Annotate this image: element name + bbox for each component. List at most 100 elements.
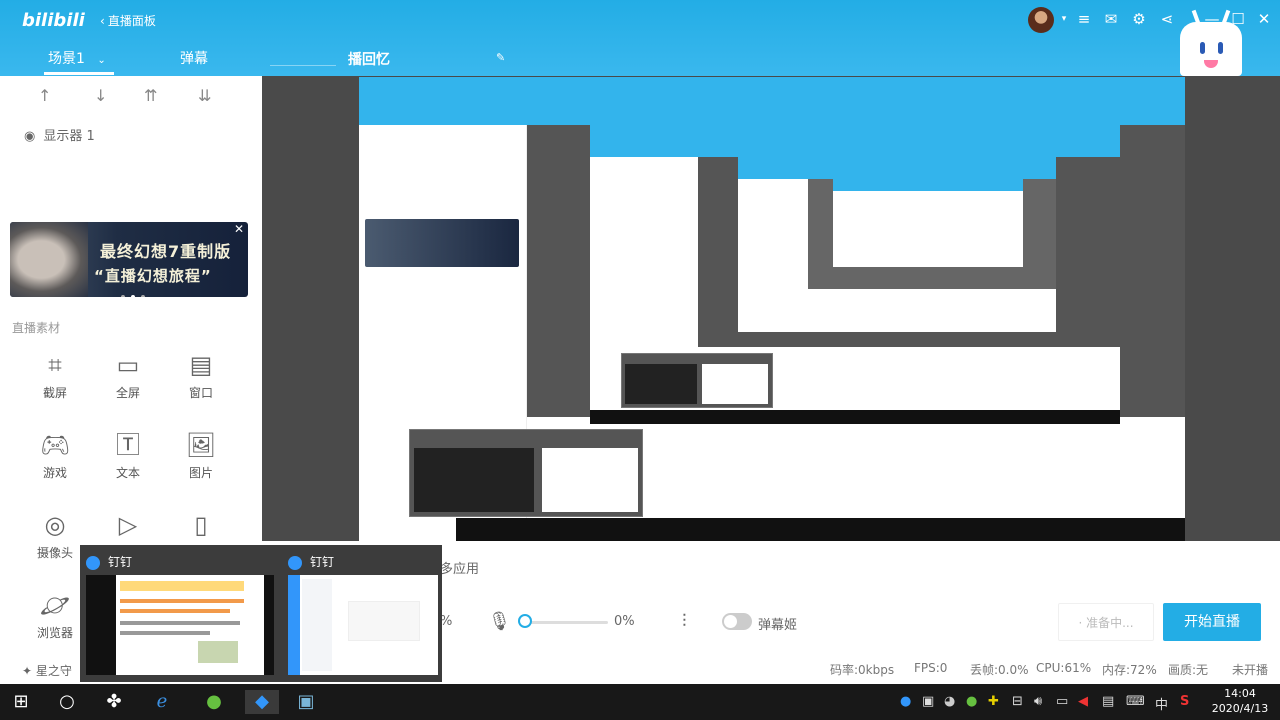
ime-indicator[interactable]: 中 bbox=[1155, 694, 1168, 713]
tool-label: 窗口 bbox=[188, 386, 213, 400]
dingtalk-taskbar-icon[interactable]: ◆ bbox=[245, 690, 279, 714]
tool-camera[interactable]: ◎ 摄像头 bbox=[25, 510, 85, 561]
window-thumbnail bbox=[86, 575, 274, 675]
volume-icon[interactable]: 🔊︎ bbox=[1034, 694, 1042, 709]
memory-status: 内存:72% bbox=[1102, 663, 1157, 677]
tab-indicator bbox=[44, 72, 114, 75]
scene-tab-label: 场景1 bbox=[48, 51, 85, 67]
sogou-ime-icon[interactable]: S bbox=[1180, 694, 1189, 709]
search-icon[interactable]: ○ bbox=[53, 690, 81, 714]
tool-browser[interactable]: 🪐︎ 浏览器 bbox=[25, 590, 85, 641]
tool-label: 图片 bbox=[188, 466, 213, 480]
tool-label: 文本 bbox=[115, 466, 140, 480]
banner-subtitle: “直播幻想旅程” bbox=[94, 267, 212, 285]
eye-icon[interactable]: ◉ bbox=[24, 129, 35, 144]
promo-banner[interactable]: 最终幻想7重制版 “直播幻想旅程” ✕ bbox=[10, 222, 248, 297]
fps-status: FPS:0 bbox=[914, 661, 948, 675]
banner-character-image bbox=[10, 222, 88, 297]
room-title[interactable]: 播回忆 bbox=[348, 49, 390, 69]
tool-screenshot[interactable]: ⌗ 截屏 bbox=[25, 350, 85, 401]
banner-dots[interactable] bbox=[118, 288, 148, 297]
chevron-left-icon: ‹ bbox=[100, 14, 105, 28]
tool-window[interactable]: ▤ 窗口 bbox=[171, 350, 231, 401]
move-bottom-icon[interactable]: ⇊ bbox=[198, 86, 211, 105]
tray-app-icon[interactable]: ▣ bbox=[922, 694, 934, 709]
tool-image[interactable]: 🖼︎ 图片 bbox=[171, 430, 231, 481]
wechat-app-icon[interactable]: ● bbox=[200, 690, 228, 714]
gear-icon[interactable]: ⚙ bbox=[1129, 10, 1149, 28]
avatar-dropdown-icon[interactable]: ▾ bbox=[1054, 14, 1074, 24]
image-viewer-icon[interactable]: ▣ bbox=[292, 690, 320, 714]
ready-button[interactable]: · 准备中... bbox=[1058, 603, 1154, 641]
dropped-frames-status: 丢帧:0.0% bbox=[970, 663, 1029, 677]
mic-volume-slider[interactable] bbox=[522, 621, 608, 624]
tray-app-icon[interactable]: ✚ bbox=[988, 694, 999, 709]
room-search-field[interactable] bbox=[270, 46, 336, 66]
tray-flag-icon[interactable]: ◀ bbox=[1078, 694, 1088, 709]
monitor-icon: ▭ bbox=[116, 351, 140, 379]
notification-icon[interactable]: ▤ bbox=[1102, 694, 1114, 709]
move-down-icon[interactable]: ↓ bbox=[94, 86, 107, 105]
text-icon: 🅃︎ bbox=[116, 431, 140, 459]
tool-phone[interactable]: ▯ bbox=[171, 510, 231, 544]
tool-text[interactable]: 🅃︎ 文本 bbox=[98, 430, 158, 481]
pinwheel-app-icon[interactable]: ✤ bbox=[100, 690, 128, 714]
windows-start-icon[interactable]: ⊞ bbox=[7, 690, 35, 714]
preview-canvas[interactable] bbox=[262, 76, 1280, 541]
tray-network-icon[interactable]: ⊟ bbox=[1012, 694, 1023, 709]
keyboard-icon[interactable]: ⌨ bbox=[1126, 694, 1145, 709]
start-live-button[interactable]: 开始直播 bbox=[1163, 603, 1261, 641]
menu-icon[interactable]: ≡ bbox=[1074, 10, 1094, 28]
window-preview-2[interactable]: 钉钉 bbox=[282, 545, 457, 682]
tray-wechat-icon[interactable]: ◕ bbox=[944, 694, 955, 709]
tab-danmu[interactable]: 弹幕 bbox=[180, 48, 208, 68]
gamepad-icon: 🎮︎ bbox=[39, 431, 71, 459]
dingtalk-icon bbox=[288, 555, 302, 570]
tab-scene[interactable]: 场景1 ⌄ bbox=[48, 48, 106, 68]
microphone-icon[interactable]: 🎙︎ bbox=[488, 611, 511, 632]
tool-label: 游戏 bbox=[42, 466, 67, 480]
source-label: 显示器 1 bbox=[43, 129, 95, 144]
danmu-toggle[interactable] bbox=[722, 613, 752, 630]
dingtalk-icon bbox=[86, 555, 100, 570]
mixer-icon[interactable]: ⫶ bbox=[682, 611, 687, 632]
share-icon[interactable]: ⋖ bbox=[1157, 10, 1177, 28]
avatar[interactable] bbox=[1028, 7, 1054, 33]
mic-volume-value: 0% bbox=[614, 614, 635, 629]
image-icon: 🖼︎ bbox=[185, 431, 217, 459]
edit-icon[interactable]: ✎ bbox=[496, 51, 505, 64]
captured-screen bbox=[359, 77, 1185, 541]
tray-app-icon[interactable]: ● bbox=[966, 694, 977, 709]
clock-time: 14:04 bbox=[1224, 687, 1256, 700]
back-label: 直播面板 bbox=[107, 14, 156, 28]
tool-game[interactable]: 🎮︎ 游戏 bbox=[25, 430, 85, 481]
camera-icon: ◎ bbox=[44, 511, 66, 539]
source-item-display[interactable]: ◉ 显示器 1 bbox=[24, 125, 95, 144]
move-up-icon[interactable]: ↑ bbox=[38, 86, 51, 105]
window-preview-1[interactable]: 钉钉 bbox=[80, 545, 274, 682]
cpu-status: CPU:61% bbox=[1036, 661, 1092, 675]
tray-app-icon[interactable]: ● bbox=[900, 694, 911, 709]
mail-icon[interactable]: ✉ bbox=[1101, 10, 1121, 28]
move-top-icon[interactable]: ⇈ bbox=[144, 86, 157, 105]
banner-close-icon[interactable]: ✕ bbox=[234, 222, 244, 236]
close-icon[interactable]: ✕ bbox=[1254, 10, 1274, 28]
tool-label: 摄像头 bbox=[36, 546, 73, 560]
back-to-panel-link[interactable]: ‹ 直播面板 bbox=[100, 12, 156, 29]
system-clock[interactable]: 14:04 2020/4/13 bbox=[1208, 686, 1272, 716]
danmu-toggle-label: 弹幕姬 bbox=[758, 618, 798, 633]
section-title: 直播素材 bbox=[12, 321, 61, 335]
live-status: 未开播 bbox=[1232, 663, 1269, 677]
ie-browser-icon[interactable]: ℯ bbox=[148, 690, 176, 714]
mascot-image bbox=[1180, 9, 1242, 76]
tool-label: 浏览器 bbox=[36, 626, 73, 640]
tool-video[interactable]: ▷ bbox=[98, 510, 158, 544]
tool-fullscreen[interactable]: ▭ 全屏 bbox=[98, 350, 158, 401]
bilibili-logo: bilibili bbox=[22, 10, 85, 31]
quality-status: 画质:无 bbox=[1168, 663, 1209, 677]
bitrate-status: 码率:0kbps bbox=[830, 663, 895, 677]
window-thumbnail bbox=[288, 575, 438, 675]
mic-volume-knob[interactable] bbox=[518, 614, 532, 628]
banner-title: 最终幻想7重制版 bbox=[100, 242, 232, 261]
tray-display-icon[interactable]: ▭ bbox=[1056, 694, 1068, 709]
